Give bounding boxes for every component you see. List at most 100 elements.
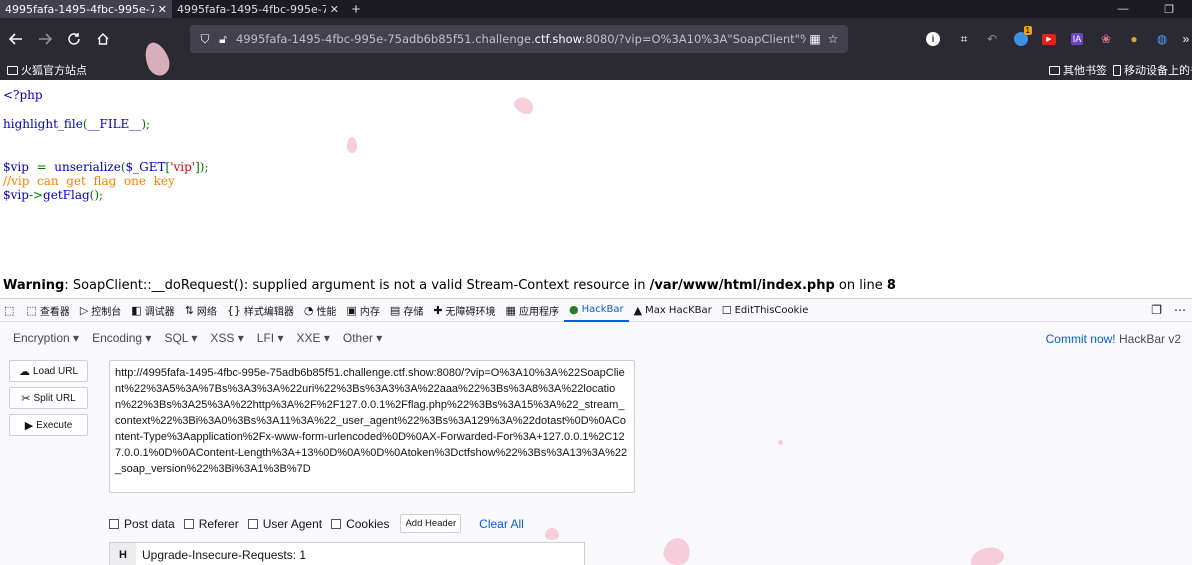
- youtube-icon[interactable]: ▶: [1041, 28, 1057, 50]
- add-header-button[interactable]: Add Header: [400, 514, 462, 533]
- insecure-lock-icon[interactable]: 🔓︎: [214, 32, 232, 47]
- memory-icon: ▣: [346, 303, 357, 317]
- new-tab-button[interactable]: +: [344, 0, 368, 18]
- tab-close-icon[interactable]: ✕: [158, 3, 167, 16]
- tab-label: 查看器: [39, 306, 70, 318]
- hackbar-version: HackBar v2: [1115, 332, 1181, 346]
- menu-sql[interactable]: SQL ▾: [164, 331, 197, 345]
- referer-checkbox[interactable]: Referer: [183, 517, 239, 531]
- scissors-icon: ✂: [21, 392, 31, 405]
- dock-side-icon[interactable]: ❐: [1151, 303, 1162, 317]
- bookmark-other[interactable]: 其他书签: [1049, 62, 1107, 78]
- split-url-button[interactable]: ✂ Split URL: [9, 387, 88, 409]
- minimize-icon[interactable]: —: [1100, 0, 1146, 18]
- commit-now-link[interactable]: Commit now!: [1046, 332, 1116, 346]
- paw-icon[interactable]: ❀: [1098, 28, 1114, 50]
- tab-application[interactable]: ▦ 应用程序: [501, 298, 564, 322]
- checkbox-label: Cookies: [346, 516, 390, 531]
- menu-xss[interactable]: XSS ▾: [210, 331, 243, 345]
- url-text[interactable]: 4995fafa-1495-4fbc-995e-75adb6b85f51.cha…: [236, 32, 806, 46]
- url-textarea[interactable]: http://4995fafa-1495-4fbc-995e-75adb6b85…: [109, 360, 635, 493]
- execute-button[interactable]: ▶ Execute: [9, 414, 88, 436]
- home-icon: [97, 33, 109, 45]
- menu-encryption[interactable]: Encryption ▾: [13, 331, 79, 345]
- tab-label: 无障碍环境: [445, 306, 496, 318]
- home-button[interactable]: [89, 25, 117, 53]
- tab-console[interactable]: ▷ 控制台: [75, 298, 126, 322]
- reload-button[interactable]: [60, 25, 88, 53]
- extension-badge-count: 1: [1023, 26, 1032, 35]
- tab-style-editor[interactable]: {} 样式编辑器: [222, 298, 299, 322]
- code-line-getflag: $vip->getFlag();: [3, 188, 104, 202]
- bookmark-label: 火狐官方站点: [21, 64, 87, 77]
- tab-storage[interactable]: ▤ 存储: [385, 298, 428, 322]
- bookmark-mobile[interactable]: 移动设备上的书: [1113, 62, 1192, 78]
- hackbar-panel: Encryption ▾ Encoding ▾ SQL ▾ XSS ▾ LFI …: [0, 322, 1192, 565]
- forward-button[interactable]: [31, 25, 59, 53]
- folder-icon: [7, 65, 18, 75]
- tab-label: EditThisCookie: [734, 304, 809, 316]
- cloud-download-icon: ☁: [18, 365, 30, 378]
- network-icon: ⇅: [184, 303, 194, 317]
- ia-extension-icon[interactable]: IA: [1068, 28, 1086, 50]
- checkbox-box[interactable]: [183, 518, 194, 529]
- petal-decoration: [347, 137, 357, 153]
- shield-icon[interactable]: ⛉: [196, 32, 214, 47]
- tab-close-icon[interactable]: ✕: [330, 3, 339, 16]
- tab-network[interactable]: ⇅ 网络: [180, 298, 222, 322]
- tab-accessibility[interactable]: ✚ 无障碍环境: [428, 298, 500, 322]
- load-url-button[interactable]: ☁ Load URL: [9, 360, 88, 382]
- tab-inspector[interactable]: ⬚ 查看器: [21, 298, 74, 322]
- undo-icon[interactable]: ↶: [984, 28, 1000, 50]
- back-arrow-icon: [9, 33, 22, 45]
- checkbox-box[interactable]: [109, 518, 119, 529]
- reload-icon: [68, 33, 80, 45]
- info-icon[interactable]: i: [926, 32, 940, 46]
- restore-icon[interactable]: ❐: [1146, 0, 1192, 18]
- menu-xxe[interactable]: XXE ▾: [296, 331, 329, 345]
- globe-icon[interactable]: ◍: [1154, 28, 1170, 50]
- back-button[interactable]: [2, 25, 30, 53]
- tab-label: Max HacKBar: [645, 304, 712, 316]
- tab-label: 性能: [316, 306, 337, 318]
- tab-editthiscookie[interactable]: ☐ EditThisCookie: [717, 298, 814, 322]
- qr-code-icon[interactable]: ▦: [806, 32, 824, 46]
- header-badge: H: [110, 543, 136, 565]
- cookies-checkbox[interactable]: Cookies: [331, 517, 389, 531]
- mobile-icon: [1113, 64, 1121, 76]
- menu-encoding[interactable]: Encoding ▾: [92, 331, 151, 345]
- crop-icon[interactable]: ⌗: [956, 28, 972, 50]
- overflow-icon[interactable]: »: [1180, 28, 1192, 50]
- commit-link[interactable]: Commit now! HackBar v2: [1046, 332, 1181, 346]
- checkbox-box[interactable]: [331, 518, 342, 529]
- tab-performance[interactable]: ◔ 性能: [299, 298, 342, 322]
- inspector-icon: ⬚: [26, 303, 37, 317]
- tab-memory[interactable]: ▣ 内存: [342, 298, 385, 322]
- window-controls: — ❐: [1100, 0, 1192, 18]
- tab-debugger[interactable]: ◧ 调试器: [126, 298, 179, 322]
- browser-tab-1[interactable]: 4995fafa-1495-4fbc-995e-75adb ✕: [0, 0, 172, 18]
- address-bar[interactable]: ⛉ 🔓︎ 4995fafa-1495-4fbc-995e-75adb6b85f5…: [190, 25, 848, 53]
- header-value-input[interactable]: Upgrade-Insecure-Requests: 1: [142, 548, 306, 562]
- accessibility-icon: ✚: [433, 303, 443, 317]
- bookmark-star-icon[interactable]: ☆: [824, 32, 842, 46]
- code-line-unserialize: $vip = unserialize($_GET['vip']);: [3, 160, 209, 174]
- more-options-icon[interactable]: ⋯: [1174, 303, 1186, 317]
- checkbox-box[interactable]: [247, 518, 258, 529]
- extension-badge-icon[interactable]: 1: [1012, 26, 1032, 50]
- hackbar-menu: Encryption ▾ Encoding ▾ SQL ▾ XSS ▾ LFI …: [0, 322, 1192, 354]
- clear-all-link[interactable]: Clear All: [479, 517, 524, 531]
- menu-other[interactable]: Other ▾: [343, 331, 382, 345]
- menu-lfi[interactable]: LFI ▾: [257, 331, 284, 345]
- tab-hackbar[interactable]: ● HackBar: [563, 298, 629, 322]
- storage-icon: ▤: [389, 303, 401, 317]
- user-agent-checkbox[interactable]: User Agent: [247, 517, 322, 531]
- php-open-tag: <?php: [3, 88, 43, 102]
- cookie-icon[interactable]: ●: [1126, 28, 1142, 50]
- post-data-checkbox[interactable]: Post data: [109, 517, 175, 531]
- tab-max-hackbar[interactable]: ▲ Max HacKBar: [629, 298, 717, 322]
- bookmark-firefox-official[interactable]: 火狐官方站点: [7, 62, 87, 78]
- browser-tab-2[interactable]: 4995fafa-1495-4fbc-995e-75adb ✕: [172, 0, 344, 18]
- devtools-pick-element[interactable]: ⬚: [0, 298, 21, 322]
- pick-element-icon: ⬚: [4, 303, 15, 317]
